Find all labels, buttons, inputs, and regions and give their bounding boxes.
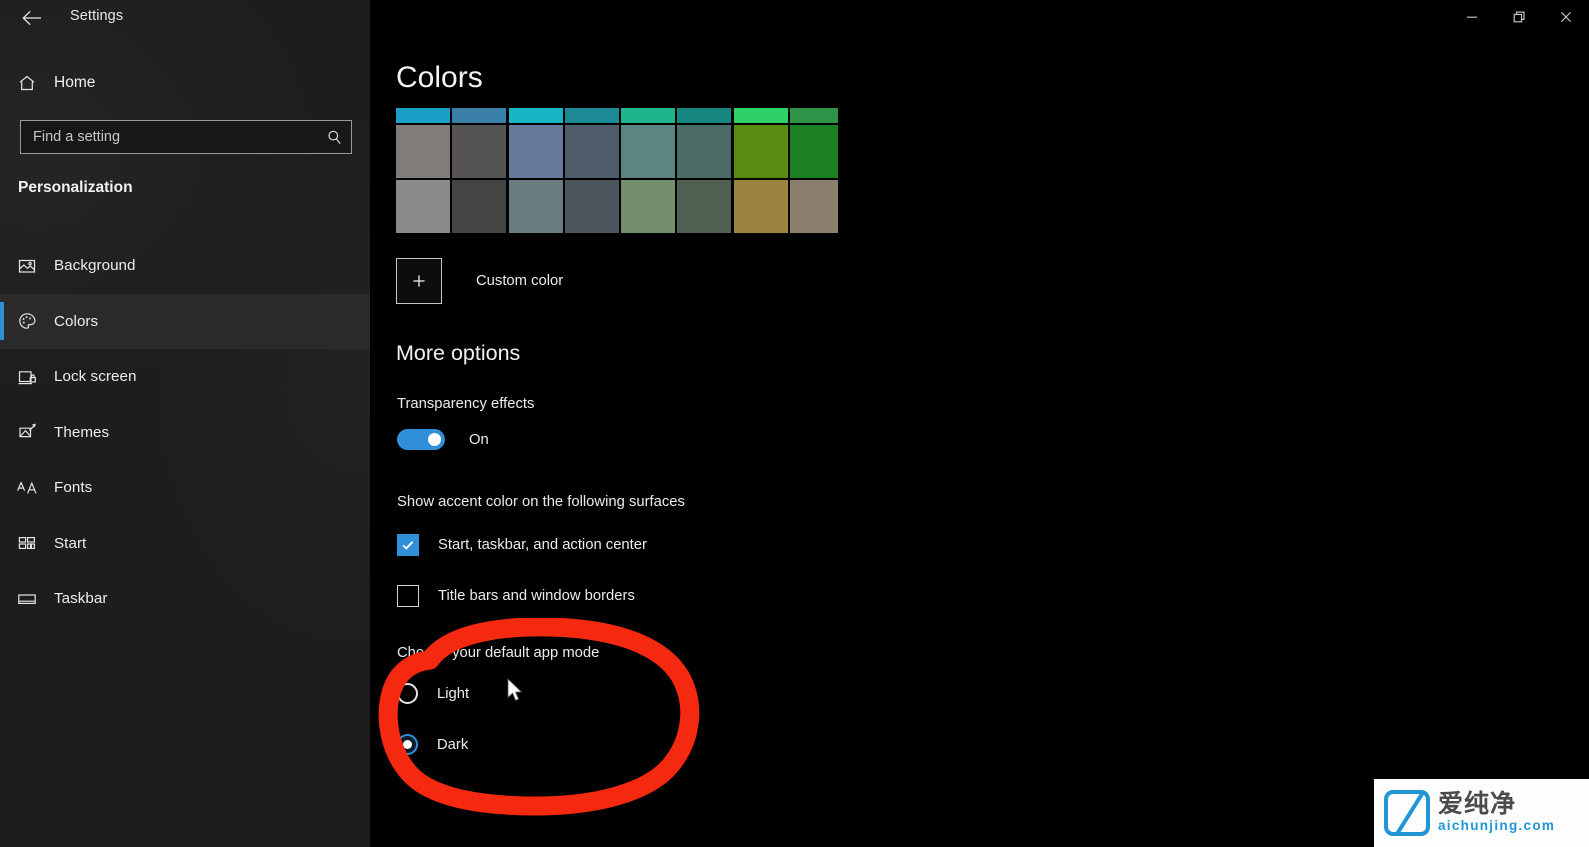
sidebar-item-lock-screen-label: Lock screen: [54, 368, 137, 386]
color-swatch[interactable]: [396, 125, 450, 178]
page-title: Colors: [396, 61, 483, 94]
radio-row-light[interactable]: Light: [397, 683, 469, 704]
color-swatch[interactable]: [677, 125, 732, 178]
sidebar-item-fonts-label: Fonts: [54, 479, 93, 497]
back-arrow-icon[interactable]: [16, 4, 48, 32]
window-controls: [1448, 0, 1589, 34]
color-swatch[interactable]: [789, 180, 838, 233]
checkbox-row-title-bars-window-borders[interactable]: Title bars and window borders: [397, 585, 635, 607]
plus-icon[interactable]: [396, 258, 442, 304]
selection-accent-bar: [0, 301, 4, 340]
color-swatch[interactable]: [452, 180, 507, 233]
color-swatch[interactable]: [733, 108, 788, 123]
sidebar-item-themes[interactable]: Themes: [0, 405, 370, 461]
settings-window: Home Find a setting Personalization Back…: [0, 0, 1589, 847]
search-icon[interactable]: [317, 129, 351, 146]
transparency-effects-toggle-row[interactable]: On: [397, 429, 489, 450]
radio-light-label: Light: [437, 685, 470, 702]
radio-dark-label: Dark: [437, 736, 469, 753]
color-swatch[interactable]: [677, 180, 732, 233]
accent-surfaces-label: Show accent color on the following surfa…: [397, 494, 685, 510]
radio-light[interactable]: [397, 683, 418, 704]
sidebar-item-themes-label: Themes: [54, 423, 110, 441]
color-swatch[interactable]: [452, 108, 507, 123]
transparency-effects-state: On: [469, 431, 489, 448]
color-swatch[interactable]: [508, 108, 563, 123]
sidebar-item-fonts[interactable]: Fonts: [0, 460, 370, 516]
checkbox-row-start-taskbar-action-center[interactable]: Start, taskbar, and action center: [397, 534, 647, 556]
window-title: Settings: [70, 8, 124, 24]
close-icon[interactable]: [1542, 0, 1589, 34]
aichunjing-logo-icon: [1384, 790, 1430, 836]
sidebar-item-taskbar-label: Taskbar: [54, 590, 108, 608]
more-options-heading: More options: [396, 341, 521, 365]
sidebar-item-start-label: Start: [54, 534, 87, 552]
custom-color-row[interactable]: Custom color: [396, 258, 563, 304]
image-icon: [0, 256, 54, 276]
radio-row-dark[interactable]: Dark: [397, 734, 468, 755]
sidebar-item-home[interactable]: Home: [0, 64, 370, 102]
checkbox-title-bars-window-borders[interactable]: [397, 585, 419, 607]
custom-color-label: Custom color: [476, 273, 564, 289]
fonts-icon: [0, 478, 54, 498]
checkbox-start-taskbar-action-center[interactable]: [397, 534, 419, 556]
color-swatch[interactable]: [508, 180, 563, 233]
sidebar-item-colors[interactable]: Colors: [0, 293, 370, 349]
color-swatch[interactable]: [789, 108, 838, 123]
transparency-effects-toggle[interactable]: [397, 429, 445, 450]
sidebar-item-home-label: Home: [54, 74, 96, 91]
sidebar-nav-list: Background Colors Lock screen Themes Fon…: [0, 238, 370, 627]
watermark: 爱纯净 aichunjing.com: [1374, 779, 1589, 847]
sidebar-item-lock-screen[interactable]: Lock screen: [0, 349, 370, 405]
color-swatch[interactable]: [677, 108, 732, 123]
color-swatch[interactable]: [621, 125, 675, 178]
checkbox-start-taskbar-action-center-label: Start, taskbar, and action center: [438, 537, 647, 553]
color-swatch[interactable]: [789, 125, 838, 178]
color-swatch[interactable]: [564, 125, 619, 178]
sidebar-section-title: Personalization: [18, 179, 133, 196]
logo-slash: [1389, 794, 1425, 832]
color-swatch[interactable]: [621, 180, 675, 233]
toggle-knob: [428, 433, 441, 446]
watermark-en: aichunjing.com: [1438, 818, 1556, 834]
color-swatch[interactable]: [452, 125, 507, 178]
transparency-effects-label: Transparency effects: [397, 396, 535, 412]
minimize-icon[interactable]: [1448, 0, 1495, 34]
sidebar-item-colors-label: Colors: [54, 312, 99, 330]
color-swatch[interactable]: [564, 108, 619, 123]
sidebar-item-background-label: Background: [54, 257, 136, 275]
color-swatch[interactable]: [564, 180, 619, 233]
radio-dark[interactable]: [397, 734, 418, 755]
sidebar-item-background[interactable]: Background: [0, 238, 370, 294]
start-icon: [0, 533, 54, 553]
watermark-text: 爱纯净 aichunjing.com: [1438, 788, 1589, 835]
swatch-grid-inner: [396, 108, 838, 233]
color-swatch[interactable]: [733, 180, 788, 233]
search-placeholder: Find a setting: [33, 129, 121, 145]
color-swatch[interactable]: [396, 108, 450, 123]
color-swatch[interactable]: [508, 125, 563, 178]
color-swatch[interactable]: [733, 125, 788, 178]
color-swatch[interactable]: [621, 108, 675, 123]
palette-icon: [0, 311, 54, 331]
sidebar-item-taskbar[interactable]: Taskbar: [0, 571, 370, 627]
sidebar-item-start[interactable]: Start: [0, 516, 370, 572]
sidebar: Home Find a setting Personalization Back…: [0, 0, 370, 847]
color-swatch[interactable]: [396, 180, 450, 233]
restore-icon[interactable]: [1495, 0, 1542, 34]
checkbox-title-bars-window-borders-label: Title bars and window borders: [438, 588, 635, 604]
taskbar-icon: [0, 589, 54, 609]
title-bar: Settings: [0, 0, 1589, 36]
search-input[interactable]: Find a setting: [20, 120, 352, 154]
accent-color-swatch-grid: [396, 108, 838, 233]
main-content: Colors Custom color More options Transpa…: [370, 0, 1589, 847]
watermark-cn: 爱纯净: [1438, 788, 1517, 818]
radio-dot: [403, 740, 412, 749]
app-mode-label: Choose your default app mode: [397, 645, 600, 661]
home-icon: [0, 73, 54, 93]
lock-screen-icon: [0, 367, 54, 387]
themes-icon: [0, 422, 54, 442]
